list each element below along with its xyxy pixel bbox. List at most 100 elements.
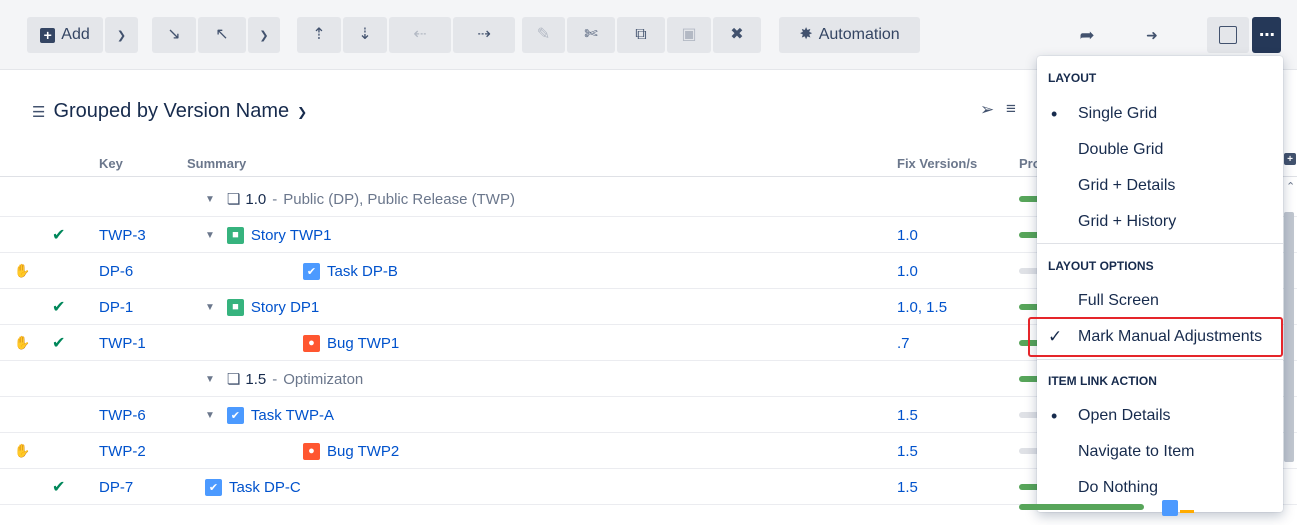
issue-summary-link[interactable]: Story TWP1: [251, 227, 332, 244]
expand-dropdown-button[interactable]: ❯: [248, 17, 280, 53]
scrollbar-thumb[interactable]: [1284, 212, 1294, 462]
menu-header-item-link-action: ITEM LINK ACTION: [1048, 374, 1157, 388]
version-name: 1.0: [245, 190, 267, 208]
manual-adjustment-icon: ✋: [14, 443, 31, 458]
indent-button[interactable]: ⇢: [453, 17, 515, 53]
menu-item-grid-details[interactable]: Grid + Details: [1037, 168, 1283, 204]
summary-cell: ✔ Task DP-B: [303, 253, 398, 289]
summary-cell: ● Bug TWP1: [303, 325, 399, 361]
issue-key-link[interactable]: DP-1: [99, 289, 133, 325]
add-dropdown-button[interactable]: ❯: [105, 17, 138, 53]
copy-button[interactable]: ⧉: [617, 17, 665, 53]
summary-cell: ▼ ✔ Task TWP-A: [205, 397, 334, 433]
issue-key-link[interactable]: TWP-3: [99, 217, 146, 253]
export-icon: ➜: [1146, 26, 1158, 43]
version-separator: -: [272, 190, 278, 208]
story-icon: ■: [226, 226, 244, 244]
fix-version-cell[interactable]: .7: [897, 325, 910, 361]
version-description: Public (DP), Public Release (TWP): [283, 190, 515, 208]
arrow-up-icon: ⇡: [312, 26, 326, 43]
issue-summary-link[interactable]: Bug TWP1: [327, 335, 399, 352]
menu-item-label: Navigate to Item: [1078, 443, 1195, 460]
move-down-button[interactable]: ⇣: [343, 17, 387, 53]
paste-icon: ▣: [681, 26, 697, 43]
issue-summary-link[interactable]: Task DP-B: [327, 263, 398, 280]
pin-icon[interactable]: ➢: [980, 100, 994, 120]
menu-divider: [1037, 243, 1283, 244]
fix-version-cell[interactable]: 1.0: [897, 217, 918, 253]
issue-summary-link[interactable]: Bug TWP2: [327, 443, 399, 460]
menu-item-do-nothing[interactable]: Do Nothing: [1037, 470, 1283, 506]
more-options-button[interactable]: ⋯: [1252, 17, 1281, 53]
expand-icon: ↘: [167, 26, 181, 43]
column-header-key[interactable]: Key: [99, 156, 123, 171]
issue-summary-link[interactable]: Task TWP-A: [251, 407, 334, 424]
priority-icon: [1180, 510, 1194, 513]
fix-version-cell[interactable]: 1.5: [897, 397, 918, 433]
version-name: 1.5: [245, 370, 267, 388]
add-column-icon[interactable]: +: [1284, 153, 1296, 165]
automation-button[interactable]: ✸ Automation: [779, 17, 920, 53]
expand-button[interactable]: ↘: [152, 17, 196, 53]
export-button[interactable]: ➜: [1140, 17, 1164, 53]
fix-version-cell[interactable]: 1.0: [897, 253, 918, 289]
edit-button[interactable]: ✎: [522, 17, 565, 53]
issue-key-link[interactable]: DP-7: [99, 469, 133, 505]
pencil-icon: ✎: [536, 26, 551, 43]
cut-button[interactable]: ✄: [567, 17, 615, 53]
paste-button[interactable]: ▣: [667, 17, 711, 53]
view-options-menu: LAYOUT • Single Grid Double Grid Grid + …: [1037, 56, 1283, 512]
add-label: Add: [61, 26, 90, 43]
menu-item-single-grid[interactable]: • Single Grid: [1037, 96, 1283, 132]
menu-item-label: Grid + History: [1078, 213, 1177, 230]
column-header-summary[interactable]: Summary: [187, 156, 246, 171]
expand-triangle-icon[interactable]: ▼: [205, 410, 215, 421]
scroll-up-icon[interactable]: ⌃: [1286, 180, 1295, 193]
menu-item-full-screen[interactable]: Full Screen: [1037, 283, 1283, 319]
layers-icon[interactable]: ≡: [1006, 99, 1016, 119]
highlight-box: [1028, 317, 1283, 357]
checkmark-icon: ✔: [52, 227, 66, 244]
menu-item-open-details[interactable]: • Open Details: [1037, 398, 1283, 434]
expand-triangle-icon[interactable]: ▼: [205, 230, 215, 241]
panel-toggle-button[interactable]: [1207, 17, 1249, 53]
menu-item-label: Grid + Details: [1078, 177, 1176, 194]
view-selector[interactable]: ☰ Grouped by Version Name ❯: [32, 100, 307, 123]
delete-button[interactable]: ✖: [713, 17, 761, 53]
issue-key-link[interactable]: TWP-6: [99, 397, 146, 433]
magic-wand-icon: ✸: [799, 26, 813, 43]
summary-cell: ▼ ■ Story TWP1: [205, 217, 331, 253]
fix-version-cell[interactable]: 1.0, 1.5: [897, 289, 947, 325]
menu-item-double-grid[interactable]: Double Grid: [1037, 132, 1283, 168]
checkmark-icon: ✔: [52, 479, 66, 496]
checkmark-icon: ✔: [52, 335, 66, 352]
copy-icon: ⧉: [635, 26, 647, 43]
move-up-button[interactable]: ⇡: [297, 17, 341, 53]
square-icon: [1219, 26, 1237, 44]
add-button[interactable]: + Add: [27, 17, 103, 53]
expand-triangle-icon[interactable]: ▼: [205, 374, 215, 385]
arrow-right-icon: ⇢: [477, 26, 491, 43]
summary-cell: ▼ ■ Story DP1: [205, 289, 319, 325]
expand-triangle-icon[interactable]: ▼: [205, 302, 215, 313]
scissors-icon: ✄: [584, 26, 598, 43]
issue-summary-link[interactable]: Story DP1: [251, 299, 319, 316]
task-icon: ✔: [205, 478, 222, 496]
summary-cell: ✔ Task DP-C: [205, 469, 301, 505]
collapse-button[interactable]: ↖: [198, 17, 246, 53]
fix-version-cell[interactable]: 1.5: [897, 469, 918, 505]
issue-key-link[interactable]: TWP-1: [99, 325, 146, 361]
chevron-down-icon: ❯: [297, 104, 308, 119]
outdent-button[interactable]: ⇠: [389, 17, 451, 53]
expand-triangle-icon[interactable]: ▼: [205, 194, 215, 205]
fix-version-cell[interactable]: 1.5: [897, 433, 918, 469]
share-button[interactable]: ➦: [1075, 17, 1099, 53]
column-header-fix-version[interactable]: Fix Version/s: [897, 156, 977, 171]
issue-summary-link[interactable]: Task DP-C: [229, 479, 301, 496]
issue-key-link[interactable]: TWP-2: [99, 433, 146, 469]
task-icon: ✔: [303, 262, 320, 280]
issue-key-link[interactable]: DP-6: [99, 253, 133, 289]
menu-item-navigate-to-item[interactable]: Navigate to Item: [1037, 434, 1283, 470]
arrow-left-icon: ⇠: [413, 26, 427, 43]
menu-item-grid-history[interactable]: Grid + History: [1037, 204, 1283, 240]
